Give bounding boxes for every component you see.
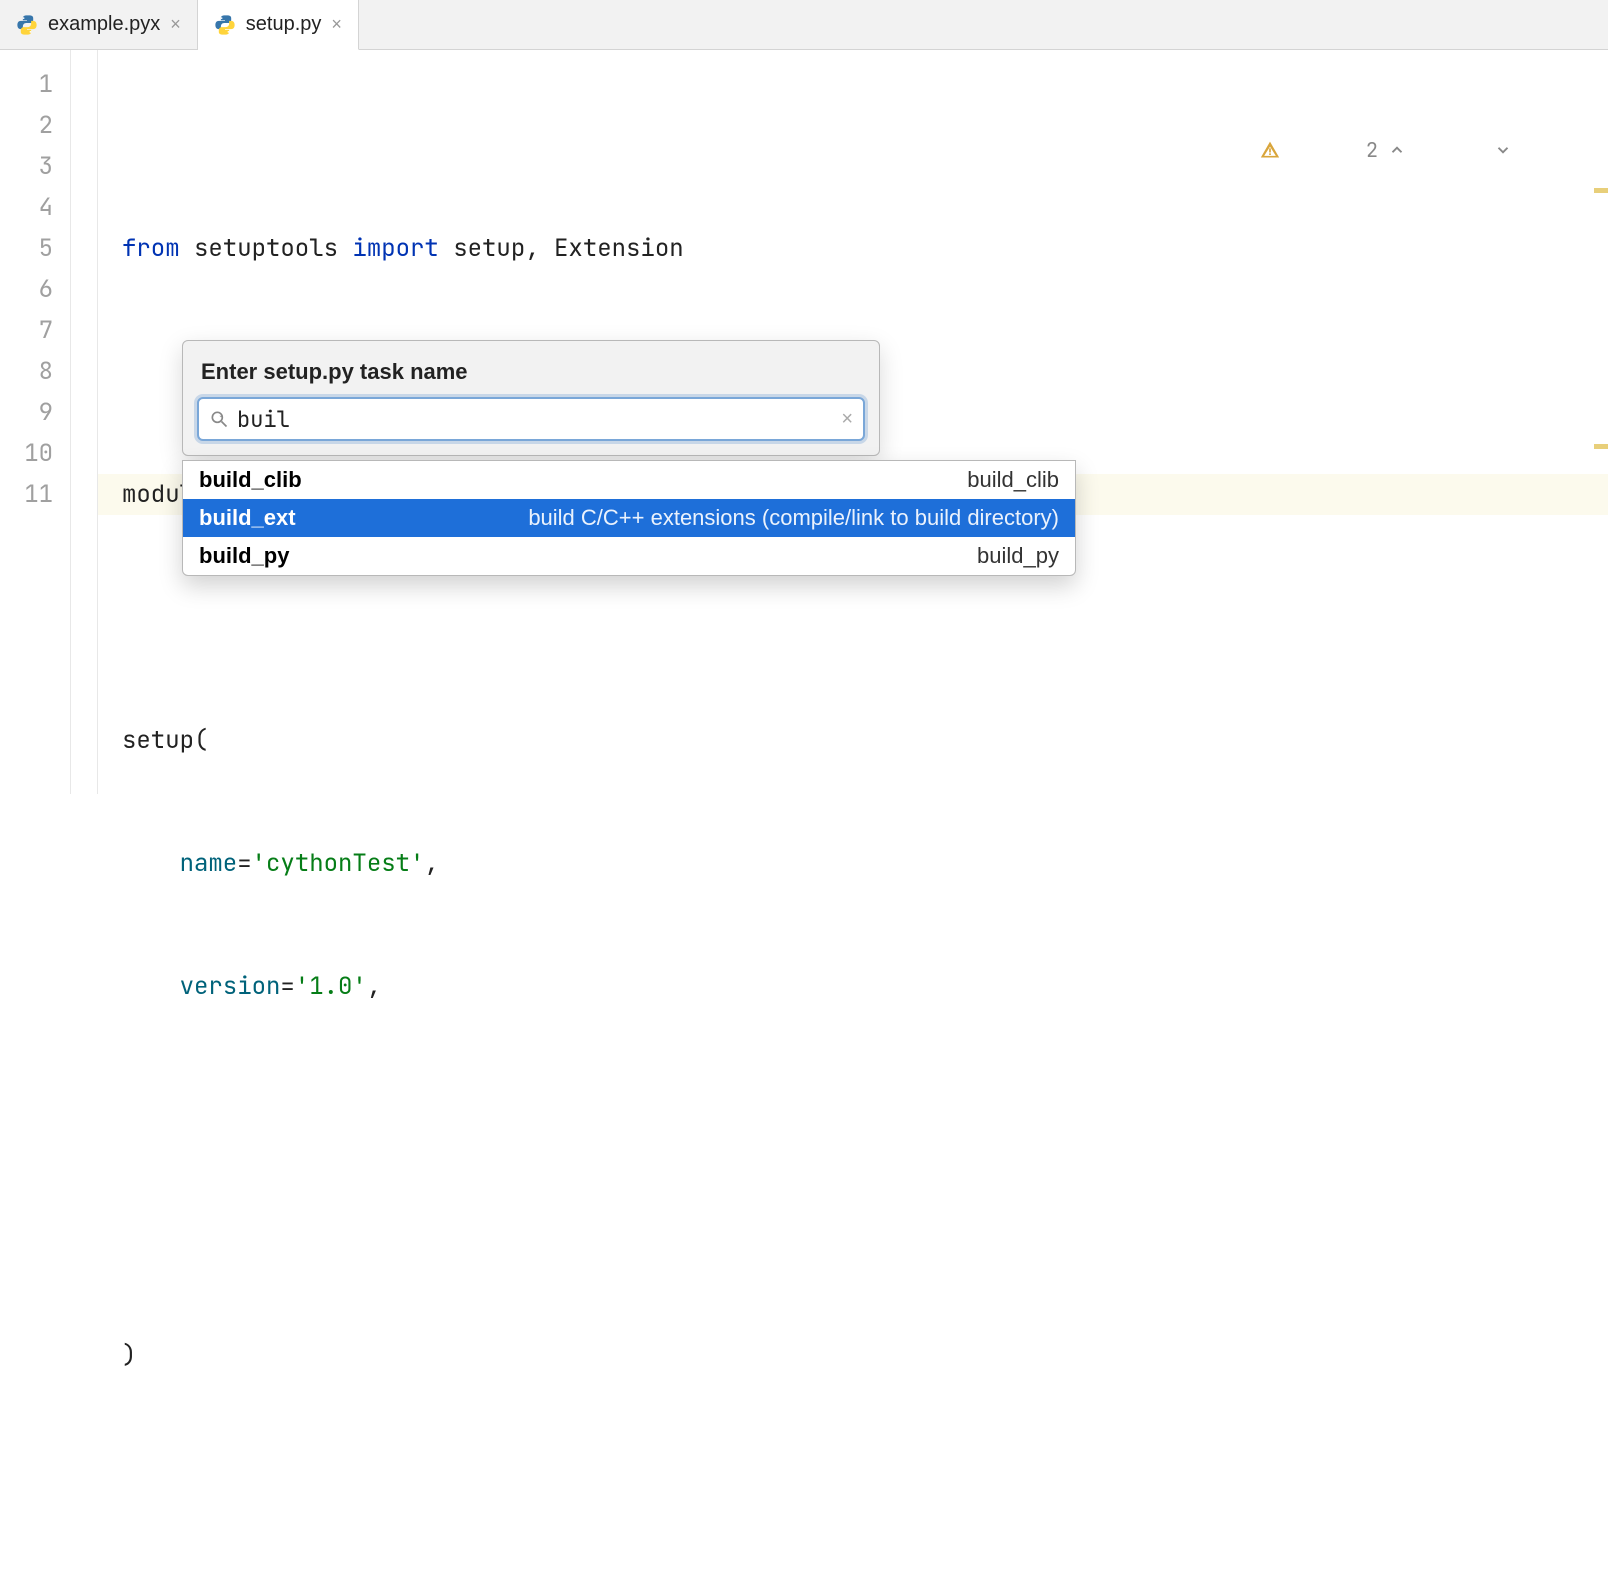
line-number: 9	[0, 392, 97, 433]
tab-label: setup.py	[246, 13, 322, 36]
close-icon[interactable]: ×	[170, 14, 181, 35]
line-number: 5	[0, 228, 97, 269]
line-number: 2	[0, 105, 97, 146]
code-line: version='1.0',	[122, 966, 1608, 1007]
suggestions-list: build_clib build_clib build_ext build C/…	[182, 460, 1076, 576]
chevron-down-icon[interactable]	[1494, 59, 1590, 241]
popup-title: Enter setup.py task name	[183, 341, 879, 397]
line-number: 6	[0, 269, 97, 310]
inspection-widget[interactable]: 2	[1260, 58, 1590, 242]
close-icon[interactable]: ×	[331, 14, 342, 35]
code-line: )	[122, 1335, 1608, 1376]
warning-count: 2	[1366, 130, 1378, 171]
clear-icon[interactable]: ×	[841, 408, 853, 431]
suggestion-desc: build_py	[977, 543, 1059, 569]
tab-bar: example.pyx × setup.py ×	[0, 0, 1608, 50]
tab-example-pyx[interactable]: example.pyx ×	[0, 0, 198, 49]
code-line: name='cythonTest',	[122, 843, 1608, 884]
suggestion-name: build_ext	[199, 505, 296, 531]
code-line	[122, 1089, 1608, 1130]
tab-setup-py[interactable]: setup.py ×	[198, 0, 359, 50]
code-line: setup(	[122, 720, 1608, 761]
line-number: 8	[0, 351, 97, 392]
code-line	[122, 1212, 1608, 1253]
suggestion-name: build_py	[199, 543, 289, 569]
warning-icon	[1260, 58, 1356, 242]
line-number: 7	[0, 310, 97, 351]
code-line	[122, 1458, 1608, 1499]
python-file-icon	[214, 14, 236, 36]
search-input[interactable]	[229, 405, 841, 434]
line-number: 3	[0, 146, 97, 187]
gutter: 1 2 3 4 5 6 7 8 9 10 11	[0, 50, 98, 794]
scroll-marker[interactable]	[1594, 444, 1608, 449]
line-number: 1	[0, 64, 97, 105]
chevron-up-icon[interactable]	[1388, 59, 1484, 241]
line-number: 11	[0, 474, 97, 515]
suggestion-desc: build_clib	[967, 467, 1059, 493]
tab-label: example.pyx	[48, 13, 160, 36]
suggestion-desc: build C/C++ extensions (compile/link to …	[528, 505, 1059, 531]
suggestion-item[interactable]: build_ext build C/C++ extensions (compil…	[183, 499, 1075, 537]
suggestion-item[interactable]: build_py build_py	[183, 537, 1075, 575]
code-line	[122, 597, 1608, 638]
suggestion-item[interactable]: build_clib build_clib	[183, 461, 1075, 499]
suggestion-name: build_clib	[199, 467, 302, 493]
search-field-wrap[interactable]: ×	[197, 397, 865, 441]
line-number: 4	[0, 187, 97, 228]
scroll-marker[interactable]	[1594, 188, 1608, 193]
task-popup: Enter setup.py task name ×	[182, 340, 880, 456]
line-number: 10	[0, 433, 97, 474]
python-file-icon	[16, 14, 38, 36]
search-icon	[209, 409, 229, 429]
